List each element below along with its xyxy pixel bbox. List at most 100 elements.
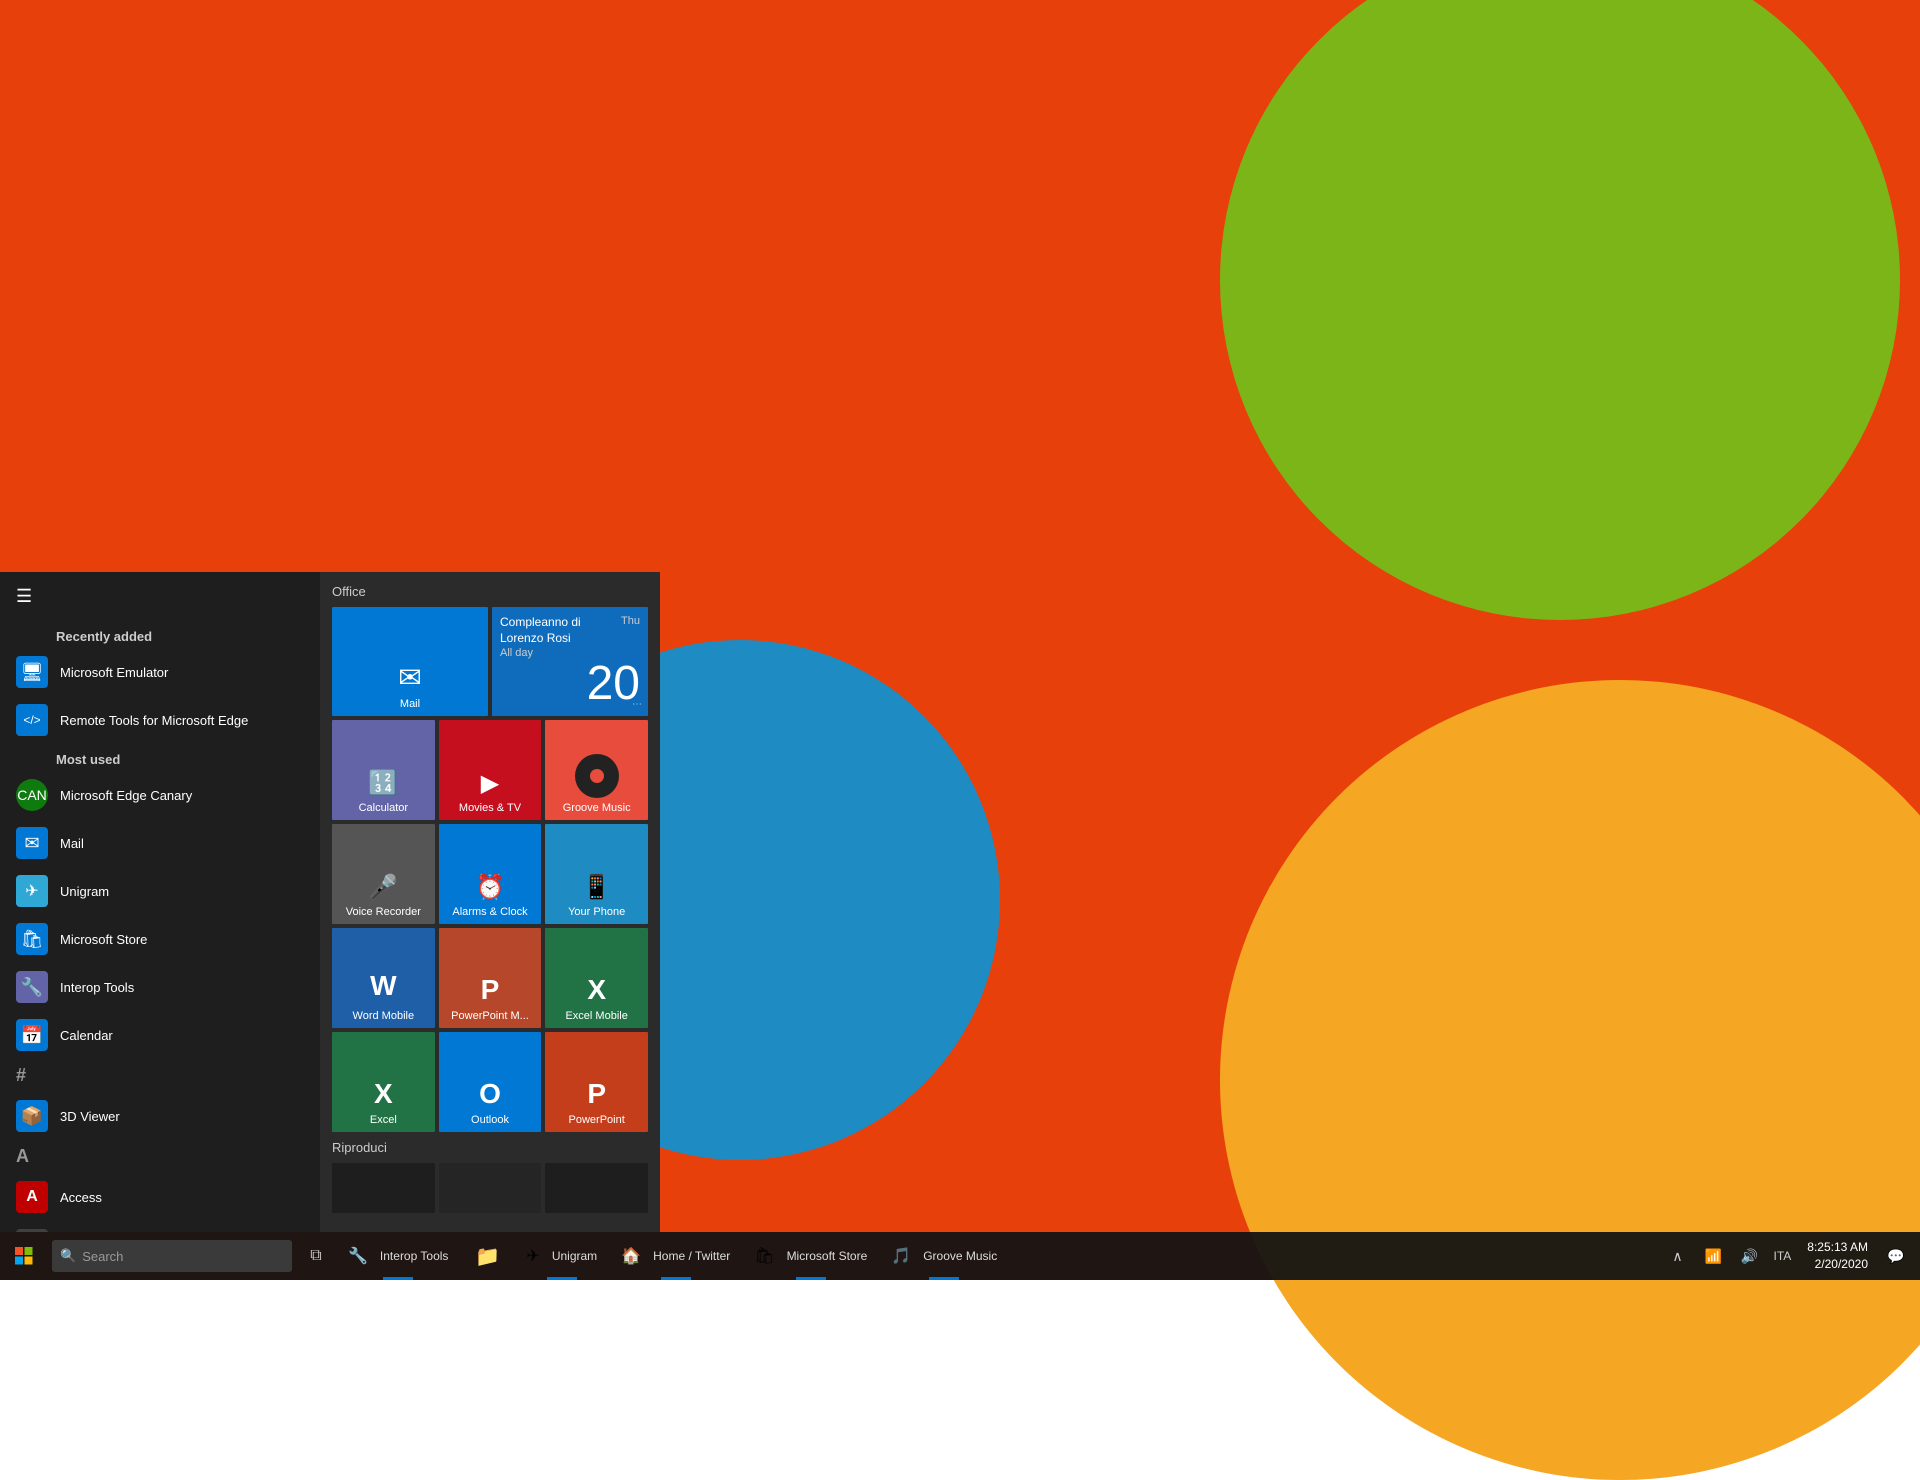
tile-outlook[interactable]: O Outlook	[439, 1032, 542, 1132]
tile-word-mobile[interactable]: W Word Mobile	[332, 928, 435, 1028]
network-icon-button[interactable]: 📶	[1698, 1232, 1730, 1280]
search-icon: 🔍	[60, 1248, 76, 1264]
start-menu-left-panel: ☰ Recently added 🖥 Microsoft Emulator </…	[0, 572, 320, 1232]
hamburger-button[interactable]: ☰	[0, 572, 320, 621]
word-mobile-tile-label: Word Mobile	[336, 1010, 431, 1022]
riproduci-section-label: Riproduci	[332, 1140, 648, 1155]
3dviewer-label: 3D Viewer	[60, 1109, 120, 1124]
groove-music-tile-label: Groove Music	[549, 802, 644, 814]
groove-music-taskbar-icon: 🎵	[891, 1246, 911, 1266]
alpha-hash[interactable]: #	[0, 1059, 320, 1092]
home-twitter-taskbar-label: Home / Twitter	[653, 1249, 730, 1263]
riproduci-tile-1[interactable]	[332, 1163, 435, 1213]
your-phone-icon: 📱	[582, 873, 612, 902]
word-mobile-tile-icon: W	[366, 966, 400, 1006]
remote-tools-icon: </>	[16, 704, 48, 736]
start-button[interactable]	[0, 1232, 48, 1280]
windows-logo-icon	[15, 1247, 33, 1265]
alpha-A[interactable]: A	[0, 1140, 320, 1173]
volume-icon: 🔊	[1741, 1248, 1758, 1265]
tile-groove-music[interactable]: Groove Music	[545, 720, 648, 820]
language-indicator[interactable]: ITA	[1770, 1249, 1796, 1263]
unigram-taskbar-label: Unigram	[552, 1249, 597, 1263]
action-center-icon: 💬	[1887, 1248, 1904, 1265]
home-twitter-taskbar-icon: 🏠	[621, 1246, 641, 1266]
tile-excel[interactable]: X Excel	[332, 1032, 435, 1132]
mail-tile-icon: ✉	[398, 661, 421, 694]
riproduci-tile-3[interactable]	[545, 1163, 648, 1213]
tile-calendar[interactable]: Compleanno di Lorenzo Rosi Thu All day 2…	[492, 607, 648, 716]
outlook-tile-label: Outlook	[443, 1114, 538, 1126]
tile-movies-tv[interactable]: ▶ Movies & TV	[439, 720, 542, 820]
voice-recorder-tile-label: Voice Recorder	[336, 906, 431, 918]
tile-mail[interactable]: ✉ Mail	[332, 607, 488, 716]
microsoft-store-label: Microsoft Store	[60, 932, 147, 947]
app-item-access[interactable]: A Access	[0, 1173, 320, 1221]
tile-alarms-clock[interactable]: ⏰ Alarms & Clock	[439, 824, 542, 924]
taskbar-app-microsoft-store[interactable]: 🛍 Microsoft Store	[742, 1232, 879, 1280]
tile-ppt-mobile[interactable]: P PowerPoint M...	[439, 928, 542, 1028]
taskbar-app-interop-tools[interactable]: 🔧 Interop Tools	[336, 1232, 460, 1280]
tile-voice-recorder[interactable]: 🎤 Voice Recorder	[332, 824, 435, 924]
microsoft-store-icon: 🛍	[16, 923, 48, 955]
mail-label: Mail	[60, 836, 84, 851]
calendar-event-name: Compleanno di Lorenzo Rosi	[500, 615, 621, 646]
powerpoint-tile-icon: P	[587, 1078, 606, 1110]
access-label: Access	[60, 1190, 102, 1205]
action-center-button[interactable]: 💬	[1880, 1232, 1912, 1280]
network-icon: 📶	[1705, 1248, 1722, 1265]
most-used-label: Most used	[0, 744, 320, 771]
app-item-mail[interactable]: ✉ Mail	[0, 819, 320, 867]
volume-button[interactable]: 🔊	[1734, 1232, 1766, 1280]
interop-tools-taskbar-label: Interop Tools	[380, 1249, 449, 1263]
groove-music-disc-center	[590, 769, 604, 783]
calculator-tile-label: Calculator	[336, 802, 431, 814]
voice-recorder-icon: 🎤	[368, 873, 398, 902]
riproduci-tile-2[interactable]	[439, 1163, 542, 1213]
calendar-icon: 📅	[16, 1019, 48, 1051]
calendar-day-name: Thu	[621, 615, 640, 646]
taskbar-app-file-explorer[interactable]: 📁	[460, 1232, 514, 1280]
unigram-label: Unigram	[60, 884, 109, 899]
tile-powerpoint[interactable]: P PowerPoint	[545, 1032, 648, 1132]
time-display: 8:25:13 AM	[1807, 1239, 1868, 1256]
start-menu-tiles-panel: Office ✉ Mail Compleanno di Lorenzo Rosi…	[320, 572, 660, 1232]
movies-tv-icon: ▶	[481, 769, 499, 798]
microsoft-store-taskbar-icon: 🛍	[754, 1246, 774, 1266]
recently-added-label: Recently added	[0, 621, 320, 648]
app-item-microsoft-emulator[interactable]: 🖥 Microsoft Emulator	[0, 648, 320, 696]
app-item-edge-canary[interactable]: CAN Microsoft Edge Canary	[0, 771, 320, 819]
your-phone-tile-label: Your Phone	[549, 906, 644, 918]
tile-calculator[interactable]: 🔢 Calculator	[332, 720, 435, 820]
task-view-button[interactable]: ⧉	[296, 1232, 336, 1280]
wallpaper-circle-yellow	[1220, 680, 1920, 1480]
taskbar-search[interactable]: 🔍 Search	[52, 1240, 292, 1272]
alarms-clock-tile-label: Alarms & Clock	[443, 906, 538, 918]
office-section-label: Office	[332, 584, 648, 599]
calendar-label: Calendar	[60, 1028, 113, 1043]
taskbar-app-groove-music[interactable]: 🎵 Groove Music	[879, 1232, 1009, 1280]
hidden-icons-button[interactable]: ∧	[1662, 1232, 1694, 1280]
groove-music-taskbar-label: Groove Music	[923, 1249, 997, 1263]
tile-excel-mobile[interactable]: X Excel Mobile	[545, 928, 648, 1028]
mail-icon: ✉	[16, 827, 48, 859]
excel-tile-label: Excel	[336, 1114, 431, 1126]
app-item-remote-tools[interactable]: </> Remote Tools for Microsoft Edge	[0, 696, 320, 744]
taskbar-apps: 🔧 Interop Tools 📁 ✈ Unigram 🏠 Home / Twi…	[336, 1232, 1662, 1280]
groove-music-disc	[575, 754, 619, 798]
app-item-3dviewer[interactable]: 📦 3D Viewer	[0, 1092, 320, 1140]
microsoft-store-taskbar-label: Microsoft Store	[787, 1249, 868, 1263]
tile-your-phone[interactable]: 📱 Your Phone	[545, 824, 648, 924]
app-item-microsoft-store[interactable]: 🛍 Microsoft Store	[0, 915, 320, 963]
app-item-calendar[interactable]: 📅 Calendar	[0, 1011, 320, 1059]
alarms-clock-tile-icon: ⏰	[475, 873, 505, 902]
app-item-unigram[interactable]: ✈ Unigram	[0, 867, 320, 915]
app-item-interop-tools[interactable]: 🔧 Interop Tools	[0, 963, 320, 1011]
app-item-advanced-recovery[interactable]: ↺ Advanced Recovery Companion	[0, 1221, 320, 1232]
taskbar-app-home-twitter[interactable]: 🏠 Home / Twitter	[609, 1232, 742, 1280]
unigram-icon: ✈	[16, 875, 48, 907]
taskbar-app-unigram[interactable]: ✈ Unigram	[514, 1232, 609, 1280]
outlook-tile-icon: O	[479, 1078, 501, 1110]
excel-tile-icon: X	[374, 1078, 393, 1110]
clock-display[interactable]: 8:25:13 AM 2/20/2020	[1799, 1239, 1876, 1273]
